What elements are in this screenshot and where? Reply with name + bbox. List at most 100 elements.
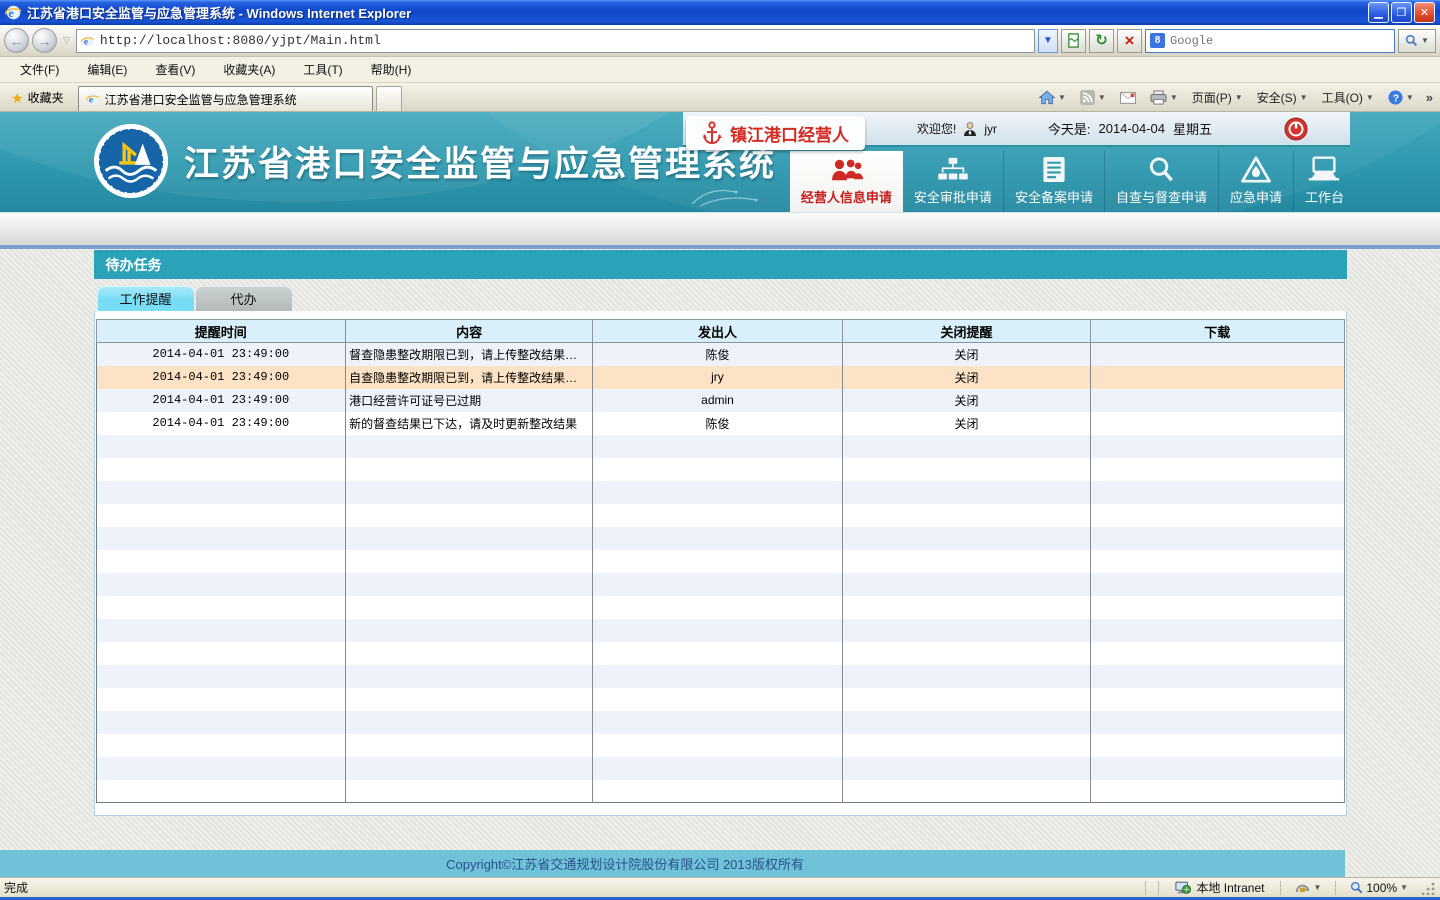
menu-bar: 文件(F) 编辑(E) 查看(V) 收藏夹(A) 工具(T) 帮助(H): [0, 57, 1440, 83]
search-input[interactable]: [1170, 34, 1390, 48]
help-icon: ?: [1388, 90, 1403, 105]
nav-operator-info[interactable]: 经营人信息申请: [790, 151, 903, 212]
operator-badge: 镇江港口经营人: [686, 116, 865, 150]
security-zone[interactable]: 本地 Intranet: [1165, 879, 1274, 896]
tab-todo[interactable]: 代办: [196, 286, 292, 311]
intranet-icon: [1175, 881, 1191, 895]
zoom-control[interactable]: 100% ▼: [1342, 881, 1416, 895]
cell-time: 2014-04-01 23:49:00: [96, 389, 346, 412]
safety-menu[interactable]: 安全(S)▼: [1251, 87, 1314, 108]
close-reminder-link[interactable]: 关闭: [954, 394, 978, 408]
protected-mode-icon: [1295, 881, 1310, 894]
toolbar-overflow-button[interactable]: »: [1422, 90, 1437, 105]
close-reminder-link[interactable]: 关闭: [954, 417, 978, 431]
empty-row: [96, 711, 1344, 734]
task-tabs: 工作提醒 代办: [94, 279, 1347, 311]
port-logo-icon: [92, 122, 170, 200]
username: jyr: [984, 122, 997, 136]
people-icon: [827, 157, 865, 183]
nav-safety-record[interactable]: 安全备案申请: [1003, 151, 1104, 212]
col-sender: 发出人: [593, 320, 843, 343]
search-go-button[interactable]: ▼: [1398, 29, 1436, 53]
nav-label: 工作台: [1305, 187, 1344, 206]
col-content: 内容: [346, 320, 593, 343]
menu-tools[interactable]: 工具(T): [289, 57, 356, 82]
printer-icon: [1150, 90, 1167, 105]
home-button[interactable]: ▼: [1033, 88, 1072, 107]
table-row: 2014-04-01 23:49:00 督查隐患整改期限已到，请上传整改结果… …: [96, 343, 1344, 366]
nav-workbench[interactable]: 工作台: [1293, 151, 1355, 212]
favorites-label: 收藏夹: [28, 89, 64, 106]
star-icon: ★: [11, 91, 24, 105]
restore-button[interactable]: ❐: [1391, 2, 1412, 23]
menu-help[interactable]: 帮助(H): [357, 57, 426, 82]
logout-button[interactable]: [1284, 117, 1308, 141]
empty-row: [96, 504, 1344, 527]
site-header: 江苏省港口安全监管与应急管理系统 镇江港口经营人 欢迎您! jyr 今天是: 2…: [0, 112, 1440, 212]
main-content: 待办任务 工作提醒 代办 提醒时间 内容 发出人 关闭提醒: [0, 249, 1440, 877]
new-tab-button[interactable]: [376, 86, 402, 111]
welcome-group: 欢迎您! jyr: [917, 120, 997, 137]
splash-decoration: [690, 184, 760, 208]
protected-mode-button[interactable]: ▼: [1287, 881, 1329, 894]
forward-button[interactable]: →: [32, 28, 57, 53]
laptop-icon: [1307, 156, 1341, 183]
date-group: 今天是: 2014-04-04 星期五: [1048, 119, 1212, 138]
feeds-button[interactable]: ▼: [1074, 88, 1112, 107]
empty-row: [96, 596, 1344, 619]
help-button[interactable]: ? ▼: [1382, 88, 1420, 107]
refresh-button[interactable]: ↻: [1089, 29, 1114, 53]
nav-label: 经营人信息申请: [801, 187, 892, 206]
tools-menu[interactable]: 工具(O)▼: [1316, 87, 1380, 108]
nav-label: 安全备案申请: [1015, 187, 1093, 206]
page-menu[interactable]: 页面(P)▼: [1186, 87, 1249, 108]
close-button[interactable]: ✕: [1414, 2, 1435, 23]
read-mail-button[interactable]: [1114, 90, 1142, 106]
page-content: 江苏省港口安全监管与应急管理系统 镇江港口经营人 欢迎您! jyr 今天是: 2…: [0, 112, 1440, 877]
cell-sender: jry: [593, 366, 843, 389]
zone-label: 本地 Intranet: [1196, 879, 1264, 896]
url-text[interactable]: http://localhost:8080/yjpt/Main.html: [100, 33, 1030, 48]
tab-title: 江苏省港口安全监管与应急管理系统: [105, 91, 297, 108]
nav-inspection[interactable]: 自查与督查申请: [1104, 151, 1218, 212]
close-reminder-link[interactable]: 关闭: [954, 371, 978, 385]
menu-view[interactable]: 查看(V): [141, 57, 209, 82]
col-download: 下载: [1091, 320, 1344, 343]
today-weekday: 星期五: [1173, 119, 1212, 138]
nav-safety-approval[interactable]: 安全审批申请: [903, 151, 1003, 212]
tab-work-reminder[interactable]: 工作提醒: [98, 286, 194, 311]
resize-grip[interactable]: [1422, 881, 1436, 895]
refresh-icon: ↻: [1095, 33, 1108, 48]
address-bar[interactable]: e http://localhost:8080/yjpt/Main.html: [76, 29, 1035, 53]
menu-edit[interactable]: 编辑(E): [73, 57, 141, 82]
stop-button[interactable]: ×: [1117, 29, 1142, 53]
table-row: 2014-04-01 23:49:00 港口经营许可证号已过期 admin 关闭: [96, 389, 1344, 412]
col-close-reminder: 关闭提醒: [842, 320, 1090, 343]
search-box[interactable]: 8: [1145, 29, 1395, 53]
menu-favorites[interactable]: 收藏夹(A): [209, 57, 289, 82]
empty-row: [96, 688, 1344, 711]
active-tab[interactable]: e 江苏省港口安全监管与应急管理系统: [78, 86, 373, 111]
minimize-button[interactable]: ▁: [1368, 2, 1389, 23]
address-dropdown-button[interactable]: ▼: [1038, 29, 1058, 53]
main-navigation: 经营人信息申请 安全审批申请 安全备案申请 自查与督查申请 应急申请: [790, 151, 1355, 212]
print-button[interactable]: ▼: [1144, 88, 1184, 107]
favorites-button[interactable]: ★ 收藏夹: [3, 85, 72, 111]
status-done: 完成: [4, 879, 28, 896]
cell-content: 港口经营许可证号已过期: [346, 389, 593, 412]
recent-pages-dropdown[interactable]: ▽: [60, 35, 73, 46]
back-button[interactable]: ←: [4, 28, 29, 53]
site-brand: 江苏省港口安全监管与应急管理系统: [92, 122, 776, 200]
subheader-strip: [0, 212, 1440, 245]
close-reminder-link[interactable]: 关闭: [954, 348, 978, 362]
cell-content: 督查隐患整改期限已到，请上传整改结果…: [346, 343, 593, 366]
menu-file[interactable]: 文件(F): [6, 57, 73, 82]
mail-icon: [1120, 92, 1136, 104]
cell-time: 2014-04-01 23:49:00: [96, 412, 346, 435]
user-avatar-icon: [962, 121, 978, 137]
search-options-dropdown[interactable]: ▼: [1421, 36, 1429, 45]
compatibility-view-button[interactable]: [1061, 29, 1086, 53]
empty-row: [96, 527, 1344, 550]
nav-emergency[interactable]: 应急申请: [1218, 151, 1293, 212]
cell-download: [1091, 366, 1344, 389]
